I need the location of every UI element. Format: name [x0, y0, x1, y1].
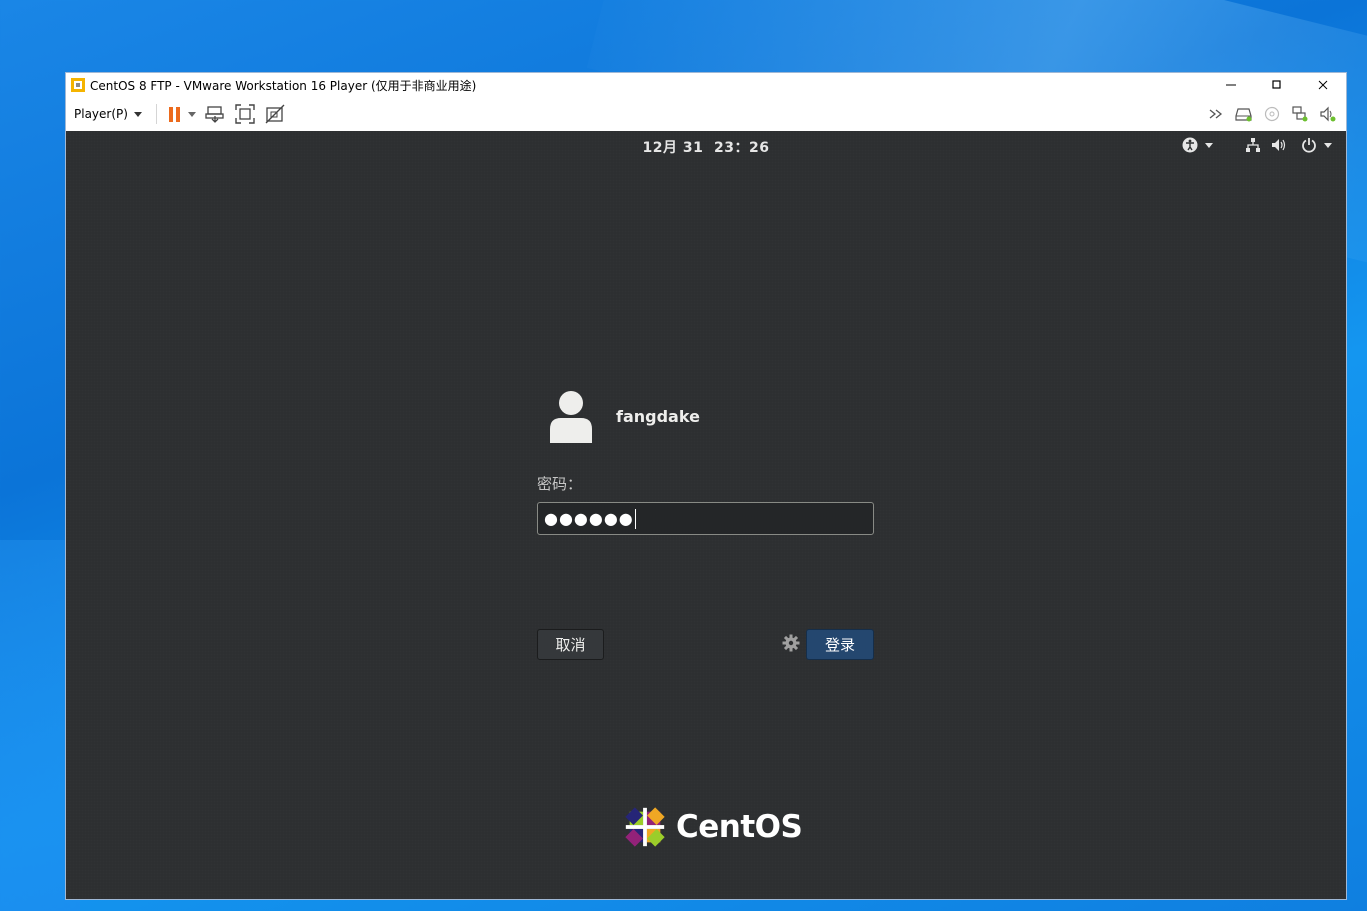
unity-icon[interactable] — [264, 103, 286, 125]
close-button[interactable] — [1300, 73, 1346, 97]
sound-icon[interactable] — [1318, 103, 1338, 125]
minimize-button[interactable] — [1208, 73, 1254, 97]
text-cursor — [634, 508, 636, 529]
maximize-icon — [1272, 80, 1281, 89]
power-chevron-icon[interactable] — [1324, 142, 1332, 148]
more-icon[interactable] — [1206, 103, 1226, 125]
title-bar[interactable]: CentOS 8 FTP - VMware Workstation 16 Pla… — [66, 73, 1346, 97]
device-icons — [1206, 97, 1338, 131]
fit-guest-icon[interactable] — [234, 103, 256, 125]
login-button[interactable]: 登录 — [806, 629, 874, 660]
pause-icon[interactable] — [168, 106, 180, 122]
gnome-top-bar: 12月 31 23：26 — [66, 131, 1346, 159]
gear-icon[interactable] — [782, 634, 800, 656]
vm-display[interactable]: 12月 31 23：26 fangdake 密码： ●●●●●● 取消 登录 C… — [66, 131, 1346, 899]
vmware-app-icon — [71, 78, 85, 92]
network-icon[interactable] — [1245, 135, 1261, 155]
player-menu-label: Player(P) — [74, 107, 128, 121]
hard-disk-icon[interactable] — [1234, 103, 1254, 125]
accessibility-chevron-icon[interactable] — [1205, 142, 1213, 148]
centos-branding: CentOS — [622, 803, 803, 851]
button-row: 取消 登录 — [537, 629, 874, 661]
username-label: fangdake — [616, 406, 700, 426]
avatar — [550, 391, 592, 443]
centos-wordmark: CentOS — [676, 809, 803, 845]
toolbar-divider — [155, 104, 157, 124]
system-indicators[interactable] — [1182, 135, 1332, 155]
maximize-button[interactable] — [1254, 73, 1300, 97]
power-icon[interactable] — [1301, 135, 1317, 155]
network-adapter-icon[interactable] — [1290, 103, 1310, 125]
cancel-button[interactable]: 取消 — [537, 629, 604, 660]
vmware-player-window: CentOS 8 FTP - VMware Workstation 16 Pla… — [65, 72, 1347, 900]
password-input[interactable]: ●●●●●● — [537, 502, 874, 535]
window-title: CentOS 8 FTP - VMware Workstation 16 Pla… — [90, 78, 477, 93]
user-row: fangdake — [537, 389, 874, 443]
send-ctrl-alt-del-icon[interactable] — [204, 103, 226, 125]
chevron-down-icon — [133, 111, 142, 117]
password-label: 密码： — [537, 475, 583, 493]
pause-dropdown-chevron-icon[interactable] — [187, 111, 196, 117]
close-icon — [1318, 80, 1328, 90]
player-menu-button[interactable]: Player(P) — [74, 107, 142, 121]
window-controls — [1208, 73, 1346, 97]
centos-logo-icon — [625, 807, 665, 847]
volume-icon[interactable] — [1271, 135, 1287, 155]
password-value: ●●●●●● — [544, 509, 634, 528]
player-toolbar: Player(P) — [66, 97, 1346, 132]
accessibility-icon[interactable] — [1182, 135, 1198, 155]
clock[interactable]: 12月 31 23：26 — [66, 137, 1346, 157]
minimize-icon — [1226, 84, 1236, 86]
login-dialog: fangdake 密码： ●●●●●● 取消 登录 — [537, 389, 874, 661]
cd-icon[interactable] — [1262, 103, 1282, 125]
